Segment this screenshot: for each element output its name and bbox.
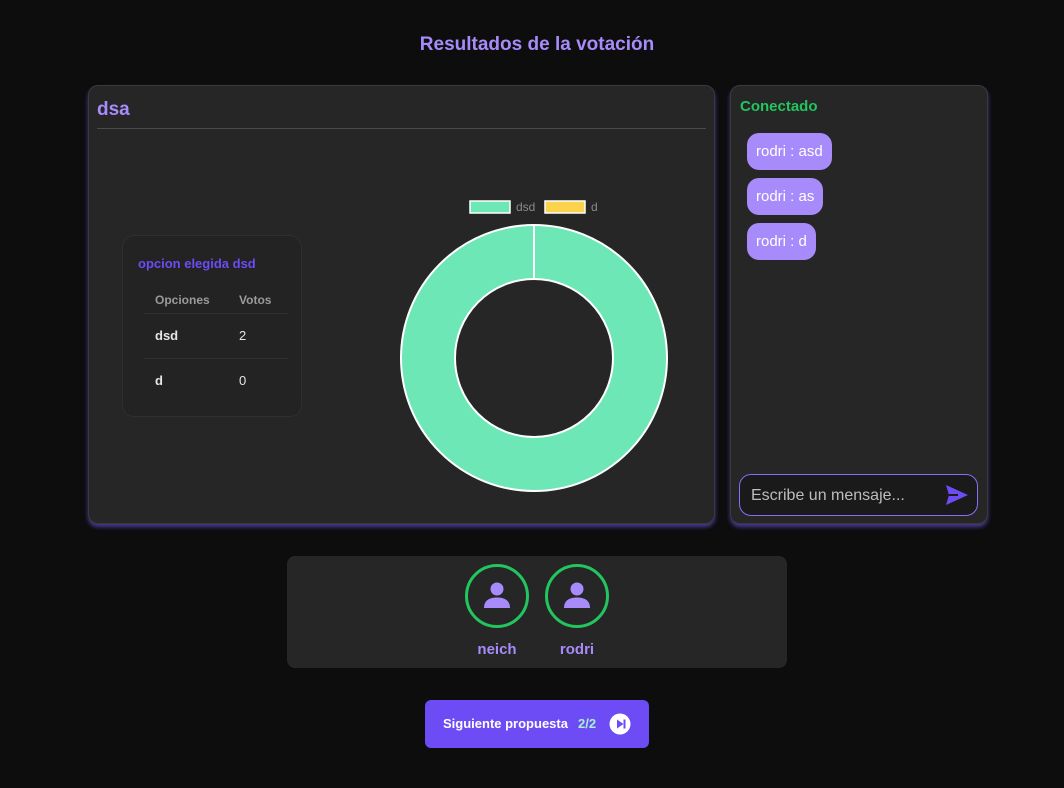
results-card: dsa opcion elegida dsd Opciones Votos ds… — [88, 85, 715, 524]
legend-label: dsd — [516, 200, 535, 214]
proposal-title: dsa — [97, 99, 130, 120]
chat-message: rodri : as — [747, 178, 824, 215]
chat-input-box — [739, 474, 978, 517]
avatar — [465, 564, 529, 628]
table-row: dsd 2 — [143, 314, 289, 359]
participant-name: neich — [477, 641, 517, 658]
proposal-counter: 2/2 — [578, 716, 597, 731]
page-title: Resultados de la votación — [419, 34, 655, 55]
results-donut-chart: dsd d — [400, 200, 668, 492]
donut-slice[interactable] — [401, 225, 667, 491]
donut-outline — [454, 278, 614, 438]
connection-status: Conectado — [740, 98, 818, 115]
row-option: d — [155, 373, 163, 388]
legend-swatch[interactable] — [544, 200, 586, 214]
legend-label: d — [591, 200, 598, 214]
chat-panel: Conectado rodri : asd rodri : as rodri :… — [730, 85, 988, 524]
chat-message: rodri : d — [747, 223, 816, 260]
header-votes: Votos — [239, 293, 272, 307]
participants-panel: neich rodri — [287, 556, 787, 668]
table-header: Opciones Votos — [143, 287, 289, 314]
participant: neich — [465, 564, 529, 658]
participant: rodri — [545, 564, 609, 658]
user-icon — [564, 582, 590, 608]
row-option: dsd — [155, 328, 179, 343]
user-icon — [484, 582, 510, 608]
chat-message-input[interactable] — [749, 475, 943, 517]
send-button[interactable] — [945, 484, 969, 506]
title-divider — [97, 128, 706, 129]
chat-messages: rodri : asd rodri : as rodri : d — [747, 133, 832, 268]
chat-message: rodri : asd — [747, 133, 832, 170]
skip-next-icon — [609, 713, 631, 735]
table-row: d 0 — [143, 359, 289, 403]
avatar — [545, 564, 609, 628]
table-caption: opcion elegida dsd — [138, 256, 256, 271]
votes-table: opcion elegida dsd Opciones Votos dsd 2 … — [122, 235, 302, 417]
participant-name: rodri — [559, 641, 595, 658]
row-votes: 0 — [239, 373, 247, 388]
send-icon — [946, 485, 968, 505]
next-proposal-label: Siguiente propuesta — [443, 716, 568, 731]
next-proposal-button[interactable]: Siguiente propuesta 2/2 — [425, 700, 649, 748]
legend-swatch[interactable] — [469, 200, 511, 214]
row-votes: 2 — [239, 328, 247, 343]
header-options: Opciones — [155, 293, 210, 307]
